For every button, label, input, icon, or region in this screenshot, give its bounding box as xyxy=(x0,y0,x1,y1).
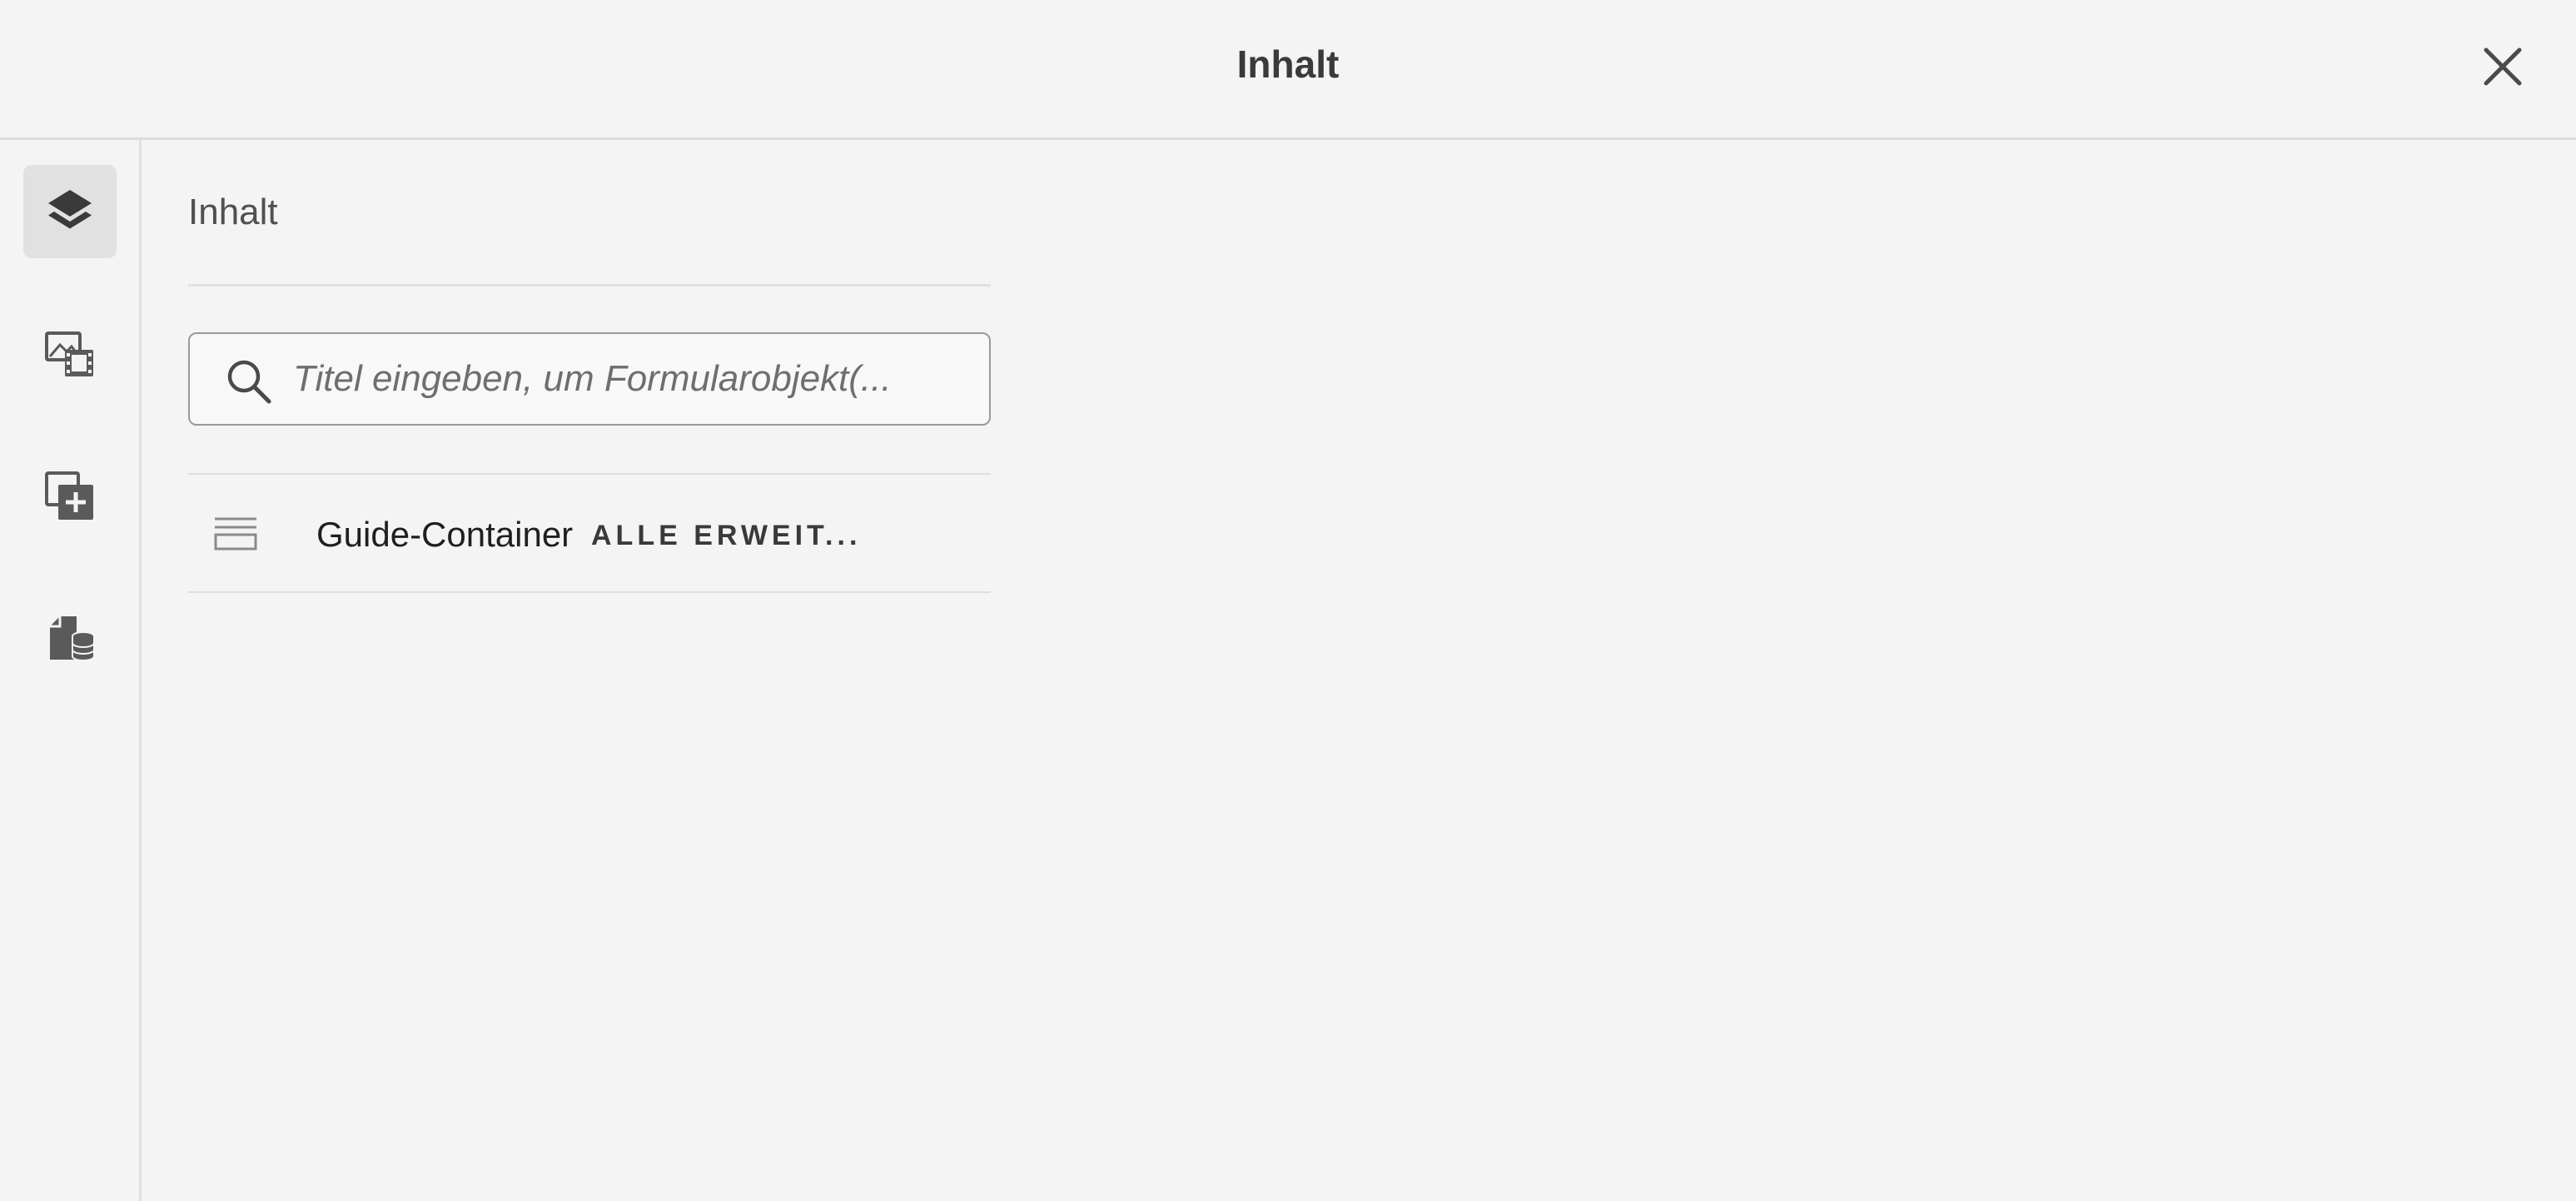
search-input[interactable] xyxy=(293,334,967,424)
search-box[interactable] xyxy=(188,332,991,426)
panel-container-icon xyxy=(214,517,257,551)
side-rail xyxy=(0,140,142,1201)
assets-icon xyxy=(45,331,93,376)
app-window: Inhalt Inhalt Titel eingeben, um Formula… xyxy=(0,0,2576,1201)
data-sources-icon xyxy=(50,616,95,661)
rail-button-data-sources[interactable] xyxy=(23,591,117,685)
dialog-title: Inhalt xyxy=(1236,42,1340,86)
layers-icon xyxy=(48,190,92,229)
panel-title: Inhalt xyxy=(188,192,278,232)
divider xyxy=(188,284,991,287)
close-icon xyxy=(2484,47,2522,86)
tree-item-guide-container[interactable]: Guide-Container ALLE ERWEIT... xyxy=(188,476,991,591)
close-button[interactable] xyxy=(2479,43,2526,90)
divider xyxy=(188,591,991,593)
search-icon xyxy=(227,360,271,404)
rail-button-content-tree[interactable] xyxy=(23,165,117,258)
dialog-header: Inhalt xyxy=(0,0,2576,140)
tree-item-label: Guide-Container xyxy=(316,515,574,554)
add-component-icon xyxy=(45,471,93,520)
tree-item-tag: ALLE ERWEIT... xyxy=(591,520,862,551)
rail-button-components[interactable] xyxy=(23,450,117,543)
rail-button-assets[interactable] xyxy=(23,308,117,401)
divider xyxy=(188,473,991,475)
